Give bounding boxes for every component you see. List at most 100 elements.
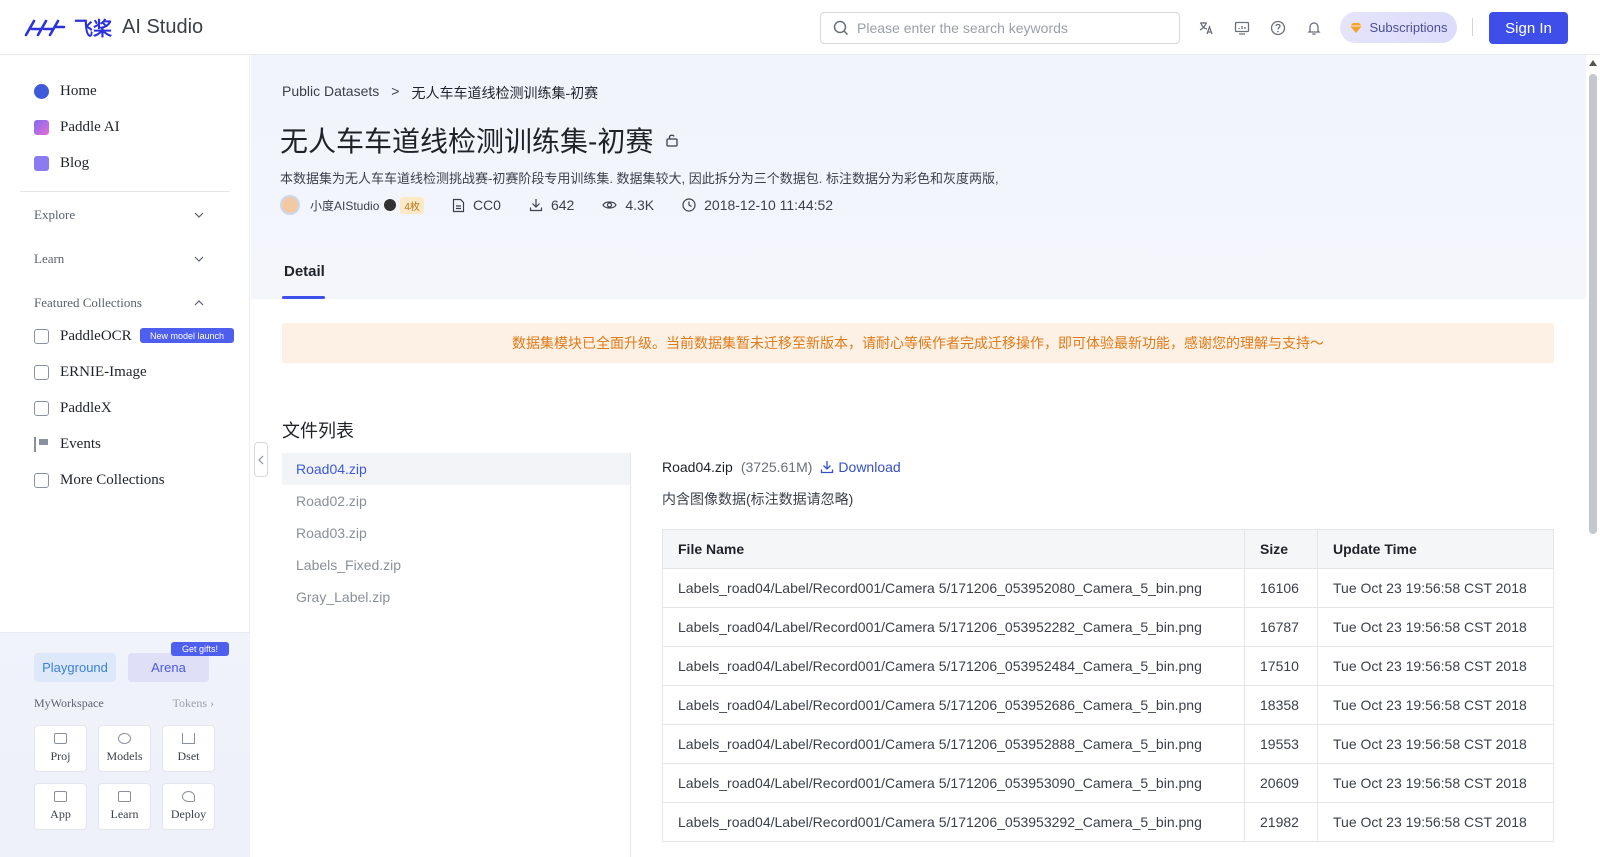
section-learn[interactable]: Learn — [34, 251, 204, 267]
translate-icon[interactable] — [1196, 18, 1216, 38]
author-name[interactable]: 小度AIStudio — [310, 197, 379, 214]
avatar[interactable] — [280, 195, 300, 215]
collection-icon — [34, 473, 49, 488]
cell-update-time: Tue Oct 23 19:56:58 CST 2018 — [1317, 685, 1554, 725]
paddlex-icon — [34, 401, 49, 416]
selected-file-name: Road04.zip — [662, 459, 733, 475]
tile-learn[interactable]: Learn — [98, 783, 151, 830]
cell-update-time: Tue Oct 23 19:56:58 CST 2018 — [1317, 607, 1554, 647]
cell-size: 20609 — [1244, 763, 1318, 803]
cell-update-time: Tue Oct 23 19:56:58 CST 2018 — [1317, 646, 1554, 686]
sidebar-collapse-button[interactable] — [254, 442, 268, 477]
logo[interactable]: 飞桨 AI Studio — [24, 14, 203, 41]
tokens-link[interactable]: Tokens › — [173, 696, 215, 711]
file-list-title: 文件列表 — [282, 421, 354, 441]
chevron-left-icon — [258, 455, 264, 464]
file-item-road04[interactable]: Road04.zip — [282, 453, 630, 485]
breadcrumb-current: 无人车车道线检测训练集-初赛 — [411, 85, 599, 101]
cell-update-time: Tue Oct 23 19:56:58 CST 2018 — [1317, 568, 1554, 608]
scroll-up-arrow-icon[interactable] — [1589, 60, 1597, 66]
arena-button[interactable]: Arena — [128, 653, 209, 682]
dataset-title: 无人车车道线检测训练集-初赛 — [280, 126, 654, 157]
dataset-icon — [182, 733, 195, 744]
chevron-down-icon — [194, 256, 204, 262]
search-input[interactable] — [857, 20, 1157, 36]
flag-icon — [34, 437, 49, 452]
header-divider — [1472, 18, 1473, 36]
collection-ernie-image[interactable]: ERNIE-Image — [34, 364, 147, 381]
bell-icon[interactable] — [1304, 18, 1324, 38]
tile-deploy[interactable]: Deploy — [162, 783, 215, 830]
ocr-icon — [34, 329, 49, 344]
date-value: 2018-12-10 11:44:52 — [704, 197, 834, 213]
table-header-row: File Name Size Update Time — [662, 529, 1554, 569]
breadcrumb-parent[interactable]: Public Datasets — [282, 83, 379, 103]
dataset-meta: 小度AIStudio 4枚 CC0 642 4.3K 2018-12-10 11… — [280, 195, 833, 215]
file-item-labels-fixed[interactable]: Labels_Fixed.zip — [282, 549, 630, 581]
workspace-panel: Playground Arena Get gifts! MyWorkspace … — [0, 632, 250, 857]
search-box[interactable] — [820, 12, 1180, 44]
cell-file-name: Labels_road04/Label/Record001/Camera 5/1… — [662, 685, 1245, 725]
medal-badge: 4枚 — [400, 196, 424, 214]
collection-paddlex[interactable]: PaddleX — [34, 400, 112, 417]
help-icon[interactable] — [1268, 18, 1288, 38]
download-label: Download — [838, 459, 901, 475]
tab-active-indicator — [282, 296, 325, 299]
download-icon — [821, 461, 834, 474]
sidebar-item-paddle-ai[interactable]: Paddle AI — [34, 119, 120, 136]
section-featured-collections[interactable]: Featured Collections — [34, 295, 204, 311]
table-row: Labels_road04/Label/Record001/Camera 5/1… — [662, 568, 1554, 608]
rocket-icon — [182, 791, 195, 802]
sidebar-item-home[interactable]: Home — [34, 83, 97, 100]
tile-label: Dset — [177, 749, 200, 763]
cell-file-name: Labels_road04/Label/Record001/Camera 5/1… — [662, 724, 1245, 764]
table-row: Labels_road04/Label/Record001/Camera 5/1… — [662, 724, 1554, 764]
collection-paddleocr[interactable]: PaddleOCR — [34, 328, 132, 345]
model-icon — [118, 733, 131, 744]
collection-label: ERNIE-Image — [60, 364, 147, 380]
column-header-size: Size — [1244, 529, 1318, 569]
sign-in-button[interactable]: Sign In — [1489, 12, 1568, 44]
tile-proj[interactable]: Proj — [34, 725, 87, 772]
collection-events[interactable]: Events — [34, 436, 101, 453]
selected-file-size: (3725.61M) — [740, 459, 813, 475]
blog-icon — [34, 156, 49, 171]
workspace-header: MyWorkspace Tokens › — [34, 696, 214, 711]
section-label: Learn — [34, 251, 65, 266]
cell-size: 19553 — [1244, 724, 1318, 764]
playground-button[interactable]: Playground — [34, 653, 116, 682]
tab-detail[interactable]: Detail — [284, 263, 325, 280]
sidebar-item-label: Blog — [60, 155, 90, 171]
new-model-badge: New model launch — [140, 328, 234, 343]
file-item-road02[interactable]: Road02.zip — [282, 485, 630, 517]
file-list: Road04.zip Road02.zip Road03.zip Labels_… — [282, 453, 631, 857]
tile-dset[interactable]: Dset — [162, 725, 215, 772]
file-item-road03[interactable]: Road03.zip — [282, 517, 630, 549]
top-header: 飞桨 AI Studio Subscriptions Sign In — [0, 0, 1600, 55]
scrollbar-thumb[interactable] — [1589, 74, 1597, 534]
table-row: Labels_road04/Label/Record001/Camera 5/1… — [662, 607, 1554, 647]
subscriptions-button[interactable]: Subscriptions — [1340, 12, 1457, 43]
file-contents-table: File Name Size Update Time Labels_road04… — [662, 529, 1554, 842]
cell-file-name: Labels_road04/Label/Record001/Camera 5/1… — [662, 607, 1245, 647]
cell-size: 16106 — [1244, 568, 1318, 608]
search-icon — [833, 20, 849, 36]
logo-text-cn: 飞桨 — [74, 18, 113, 40]
cell-size: 21982 — [1244, 802, 1318, 842]
page-scrollbar[interactable] — [1588, 60, 1598, 857]
file-item-gray-label[interactable]: Gray_Label.zip — [282, 581, 630, 613]
tile-app[interactable]: App — [34, 783, 87, 830]
sidebar-item-blog[interactable]: Blog — [34, 155, 89, 172]
table-row: Labels_road04/Label/Record001/Camera 5/1… — [662, 685, 1554, 725]
views-value: 4.3K — [625, 197, 655, 213]
collection-label: PaddleOCR — [60, 328, 132, 344]
section-label: Explore — [34, 207, 76, 222]
column-header-file-name: File Name — [662, 529, 1245, 569]
collection-more[interactable]: More Collections — [34, 472, 165, 489]
monitor-icon[interactable] — [1232, 18, 1252, 38]
column-header-update-time: Update Time — [1317, 529, 1554, 569]
cell-size: 17510 — [1244, 646, 1318, 686]
download-link[interactable]: Download — [820, 459, 901, 475]
section-explore[interactable]: Explore — [34, 207, 204, 223]
tile-models[interactable]: Models — [98, 725, 151, 772]
